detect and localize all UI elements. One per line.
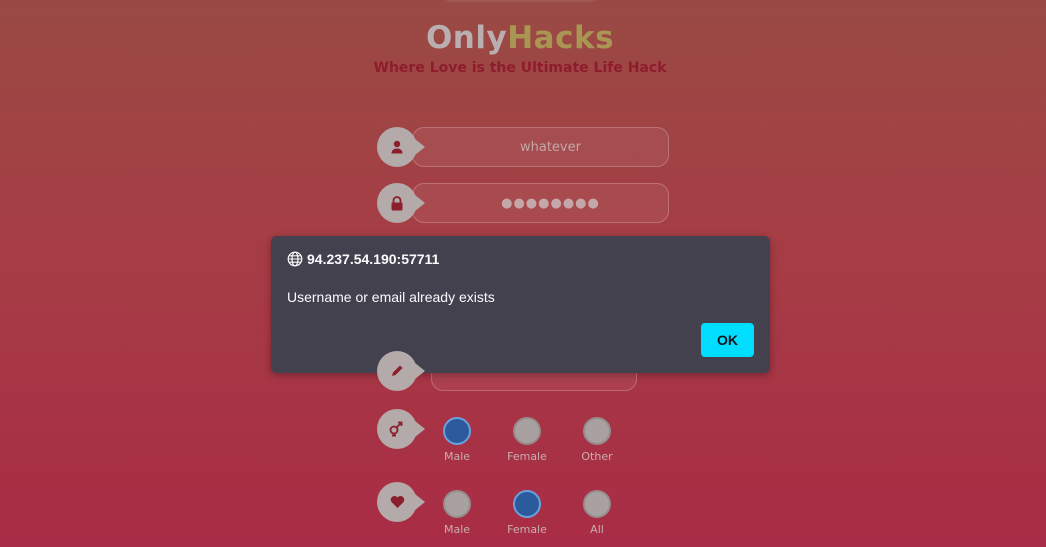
alert-dialog: 94.237.54.190:57711 Username or email al… — [271, 236, 770, 373]
dialog-origin: 94.237.54.190:57711 — [307, 251, 440, 267]
username-input[interactable]: whatever — [412, 127, 669, 167]
radio-label: Male — [443, 523, 471, 536]
dialog-message: Username or email already exists — [287, 289, 495, 305]
gender-icon — [377, 409, 425, 449]
interest-option-all[interactable]: All — [577, 490, 617, 536]
tagline: Where Love is the Ultimate Life Hack — [373, 60, 667, 76]
top-tab — [441, 0, 601, 2]
radio-label: Other — [581, 450, 613, 463]
lock-icon — [377, 183, 425, 223]
interest-option-male[interactable]: Male — [437, 490, 477, 536]
logo-part-hacks: Hacks — [507, 20, 615, 56]
app-logo: OnlyHacks — [0, 20, 1040, 56]
ok-button[interactable]: OK — [701, 323, 754, 357]
radio-button[interactable] — [443, 417, 471, 445]
dialog-title: 94.237.54.190:57711 — [287, 251, 439, 267]
radio-label: Female — [507, 523, 547, 536]
radio-label: Female — [507, 450, 547, 463]
gender-radio-group: Male Female Other — [437, 417, 647, 463]
gender-option-other[interactable]: Other — [577, 417, 617, 463]
radio-button[interactable] — [443, 490, 471, 518]
pencil-icon — [377, 351, 425, 391]
gender-option-female[interactable]: Female — [507, 417, 547, 463]
radio-button[interactable] — [583, 417, 611, 445]
user-icon — [377, 127, 425, 167]
password-input[interactable]: ●●●●●●●● — [412, 183, 669, 223]
radio-label: Male — [443, 450, 471, 463]
radio-label: All — [590, 523, 604, 536]
heart-icon — [377, 482, 425, 522]
radio-button[interactable] — [513, 490, 541, 518]
radio-button[interactable] — [583, 490, 611, 518]
gender-option-male[interactable]: Male — [437, 417, 477, 463]
globe-icon — [287, 251, 303, 267]
interest-radio-group: Male Female All — [437, 490, 647, 536]
logo-part-only: Only — [425, 20, 508, 56]
radio-button[interactable] — [513, 417, 541, 445]
interest-option-female[interactable]: Female — [507, 490, 547, 536]
